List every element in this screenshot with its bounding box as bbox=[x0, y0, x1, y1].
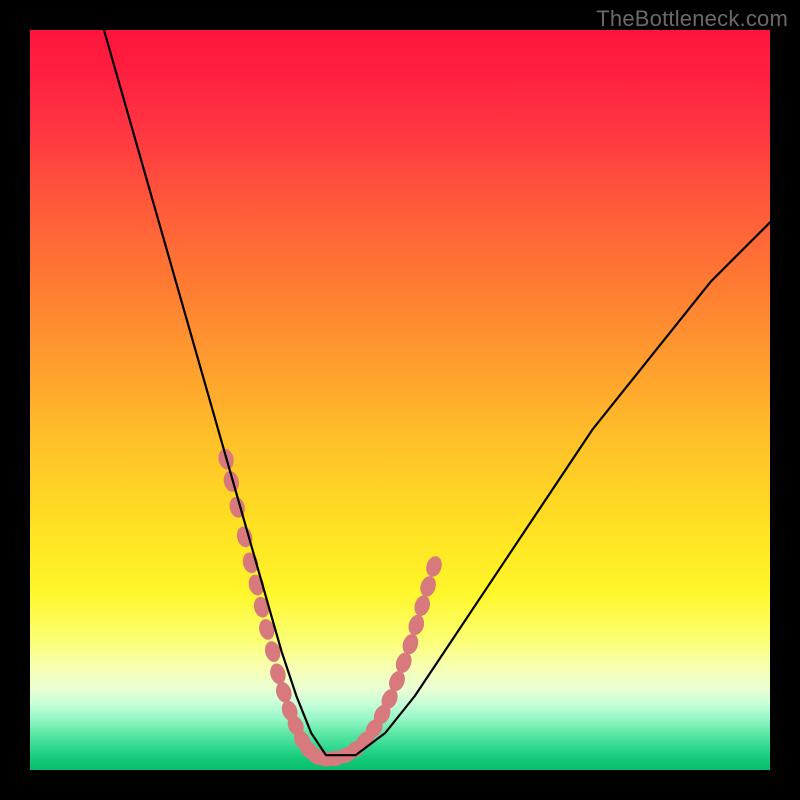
marker-point bbox=[273, 680, 294, 705]
marker-layer bbox=[216, 447, 444, 768]
marker-point bbox=[268, 662, 288, 686]
chart-frame bbox=[30, 30, 770, 770]
bottleneck-curve bbox=[104, 30, 770, 755]
plot-area bbox=[30, 30, 770, 770]
marker-point bbox=[412, 593, 433, 617]
chart-svg bbox=[30, 30, 770, 770]
watermark-text: TheBottleneck.com bbox=[596, 6, 788, 32]
marker-point bbox=[424, 554, 444, 578]
marker-point bbox=[393, 650, 414, 675]
marker-point bbox=[418, 574, 438, 598]
marker-point bbox=[406, 613, 427, 637]
marker-point bbox=[400, 632, 421, 657]
